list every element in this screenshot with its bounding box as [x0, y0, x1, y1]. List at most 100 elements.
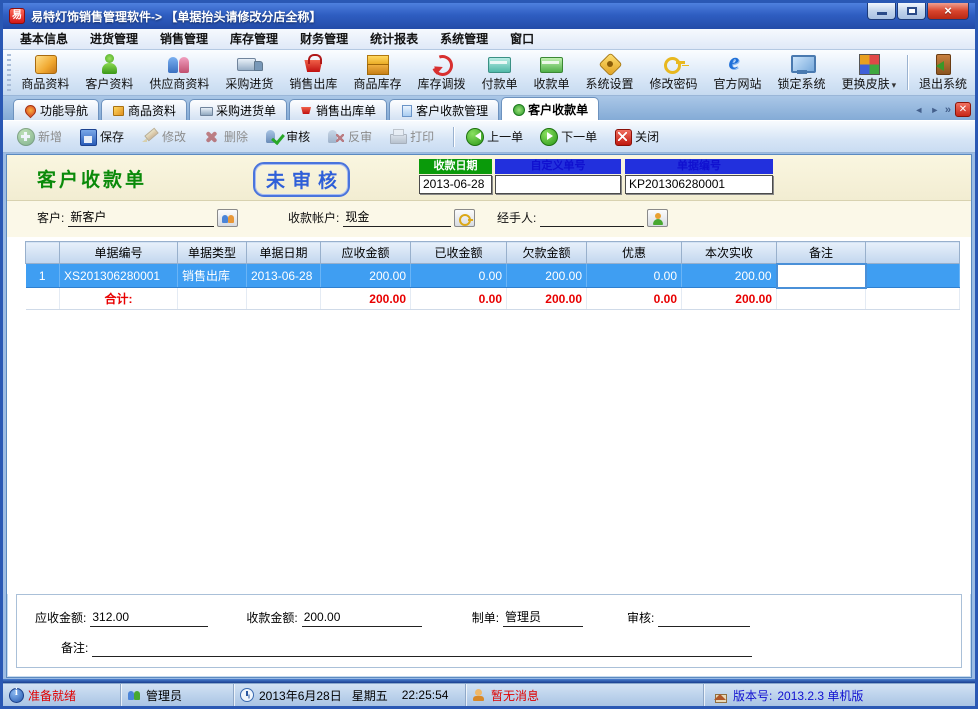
menu-purchase-mgmt[interactable]: 进货管理	[79, 29, 149, 49]
close-form-button[interactable]: 关闭	[614, 128, 659, 145]
save-button[interactable]: 保存	[79, 128, 124, 145]
basket-icon	[300, 52, 326, 74]
receipt-date-label: 收款日期	[419, 159, 492, 174]
maximize-button[interactable]	[897, 3, 926, 20]
window-controls: ×	[866, 3, 969, 20]
tab-receipt-form[interactable]: 客户收款单	[501, 97, 599, 120]
col-doc-type[interactable]: 单据类型	[178, 242, 247, 264]
map-pin-icon	[24, 104, 36, 116]
custom-number-input[interactable]	[495, 175, 621, 194]
close-button[interactable]: ×	[927, 3, 969, 20]
app-window: 易 易特灯饰销售管理软件-> 【单据抬头请修改分店全称】 × 基本信息 进货管理…	[0, 0, 978, 709]
tab-goods[interactable]: 商品资料	[101, 99, 187, 120]
customer-picker-button[interactable]	[217, 209, 238, 227]
col-paid-now[interactable]: 本次实收	[682, 242, 777, 264]
minimize-button[interactable]	[867, 3, 896, 20]
table-row[interactable]: 1 XS201306280001 销售出库 2013-06-28 200.00 …	[26, 264, 960, 288]
document-number-input[interactable]: KP201306280001	[625, 175, 773, 194]
print-button[interactable]: 打印	[389, 128, 434, 145]
remark-edit-cell[interactable]	[777, 264, 866, 288]
unaudit-button[interactable]: 反审	[327, 128, 372, 145]
stock-icon	[364, 52, 390, 74]
menu-sales-mgmt[interactable]: 销售管理	[149, 29, 219, 49]
col-doc-date[interactable]: 单据日期	[247, 242, 321, 264]
menu-window[interactable]: 窗口	[499, 29, 545, 49]
menu-basic-info[interactable]: 基本信息	[9, 29, 79, 49]
total-paid-now: 200.00	[682, 288, 777, 310]
handler-input[interactable]	[540, 209, 644, 227]
status-ready-text: 准备就绪	[28, 687, 76, 704]
audit-button[interactable]: 审核	[265, 128, 310, 145]
custom-number-field: 自定义单号	[495, 159, 621, 194]
handler-picker-button[interactable]	[647, 209, 668, 227]
clock-icon	[240, 688, 254, 702]
previous-record-button[interactable]: 上一单	[466, 128, 523, 145]
document-icon	[400, 104, 412, 116]
received-total-label: 收款金额:	[246, 609, 297, 627]
account-label: 收款帐户:	[288, 209, 339, 227]
toolbar-settings-button[interactable]: 系统设置	[578, 50, 642, 95]
tab-bar: 功能导航 商品资料 采购进货单 销售出库单 客户收款管理 客户收款单 ◄ ► »…	[3, 96, 975, 120]
tab-scroll-left-icon[interactable]: ◄	[913, 105, 925, 115]
toolbar-skin-button[interactable]: 更换皮肤▾	[834, 50, 905, 95]
toolbar-receipt-button[interactable]: 收款单	[525, 50, 577, 95]
toolbar-lock-button[interactable]: 锁定系统	[770, 50, 834, 95]
maker-value: 管理员	[503, 609, 583, 627]
cell-paid-now: 200.00	[682, 264, 777, 288]
toolbar-exit-button[interactable]: 退出系统	[911, 50, 975, 95]
toolbar-stock-button[interactable]: 商品库存	[345, 50, 409, 95]
total-owed: 200.00	[507, 288, 587, 310]
delete-button[interactable]: 删除	[203, 128, 248, 145]
account-picker-button[interactable]	[454, 209, 475, 227]
toolbar-purchase-button[interactable]: 采购进货	[217, 50, 281, 95]
col-received[interactable]: 已收金额	[411, 242, 507, 264]
tab-purchase-order[interactable]: 采购进货单	[189, 99, 287, 120]
toolbar-supplier-button[interactable]: 供应商资料	[141, 50, 217, 95]
unaudited-stamp: 未审核	[253, 162, 350, 197]
next-icon	[540, 128, 557, 145]
cell-received: 0.00	[411, 264, 507, 288]
new-button[interactable]: 新增	[17, 128, 62, 145]
tab-close-button[interactable]: ✕	[955, 102, 971, 117]
account-input[interactable]: 现金	[343, 209, 451, 227]
customer-input[interactable]: 新客户	[68, 209, 214, 227]
col-doc-number[interactable]: 单据编号	[60, 242, 178, 264]
toolbar-goods-button[interactable]: 商品资料	[13, 50, 77, 95]
supplier-icon	[166, 52, 192, 74]
receipt-card-icon	[538, 52, 564, 74]
tab-scroll-right-icon[interactable]: ►	[929, 105, 941, 115]
modify-button[interactable]: 修改	[141, 128, 186, 145]
menu-system-mgmt[interactable]: 系统管理	[429, 29, 499, 49]
remark-label: 备注:	[61, 639, 88, 657]
menu-finance-mgmt[interactable]: 财务管理	[289, 29, 359, 49]
tab-more-icon[interactable]: »	[945, 104, 951, 116]
remark-value[interactable]	[92, 639, 752, 657]
next-record-button[interactable]: 下一单	[540, 128, 597, 145]
toolbar-password-button[interactable]: 修改密码	[642, 50, 706, 95]
total-label: 合计:	[60, 288, 178, 310]
toolbar-transfer-button[interactable]: 库存调拨	[409, 50, 473, 95]
content-area: 客户收款单 未审核 收款日期 2013-06-28 自定义单号 单据编号 KP2…	[3, 153, 975, 679]
cell-discount: 0.00	[587, 264, 682, 288]
col-discount[interactable]: 优惠	[587, 242, 682, 264]
toolbar-website-button[interactable]: 官方网站	[706, 50, 770, 95]
tab-receipt-mgmt[interactable]: 客户收款管理	[389, 99, 499, 120]
col-remark[interactable]: 备注	[777, 242, 866, 264]
col-receivable[interactable]: 应收金额	[321, 242, 411, 264]
toolbar-payment-button[interactable]: 付款单	[473, 50, 525, 95]
window-title: 易特灯饰销售管理软件-> 【单据抬头请修改分店全称】	[31, 8, 321, 25]
document-number-label: 单据编号	[625, 159, 773, 174]
receipt-date-input[interactable]: 2013-06-28	[419, 175, 492, 194]
payment-card-icon	[486, 52, 512, 74]
menu-report[interactable]: 统计报表	[359, 29, 429, 49]
col-owed[interactable]: 欠款金额	[507, 242, 587, 264]
menu-inventory-mgmt[interactable]: 库存管理	[219, 29, 289, 49]
col-rownum[interactable]	[26, 242, 60, 264]
toolbar-sales-out-button[interactable]: 销售出库	[281, 50, 345, 95]
total-receivable: 200.00	[321, 288, 411, 310]
toolbar-customer-button[interactable]: 客户资料	[77, 50, 141, 95]
tab-sales-out-order[interactable]: 销售出库单	[289, 99, 387, 120]
message-person-icon	[472, 688, 486, 702]
tab-function-nav[interactable]: 功能导航	[13, 99, 99, 120]
status-ready-segment: 准备就绪	[3, 684, 121, 706]
